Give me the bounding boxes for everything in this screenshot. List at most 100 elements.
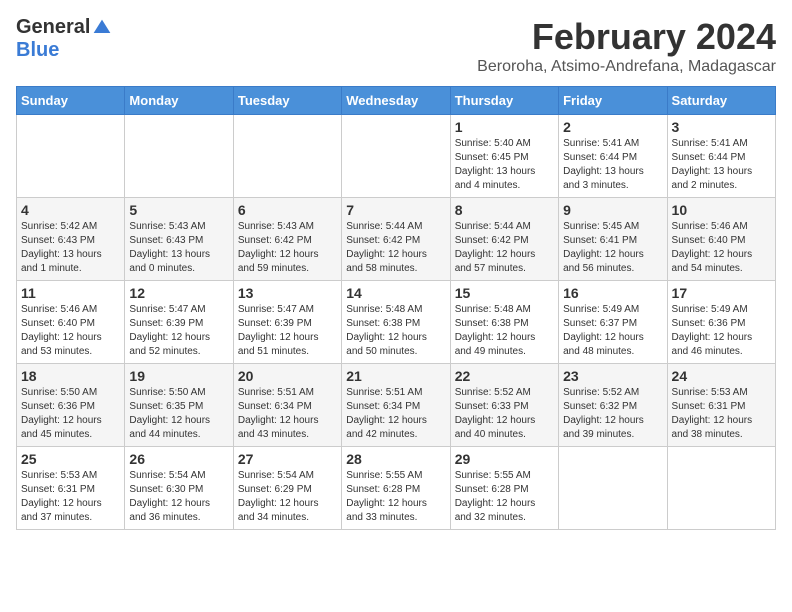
day-number: 18 [21, 368, 120, 384]
calendar-cell: 16Sunrise: 5:49 AM Sunset: 6:37 PM Dayli… [559, 281, 667, 364]
calendar-cell: 23 Sunrise: 5:52 AM Sunset: 6:32 PM Dayli… [559, 364, 667, 447]
day-number: 6 [238, 202, 337, 218]
calendar-cell [125, 115, 233, 198]
logo-general: General [16, 16, 90, 39]
calendar-cell: 8 Sunrise: 5:44 AM Sunset: 6:42 PM Daylig… [450, 198, 558, 281]
day-number: 4 [21, 202, 120, 218]
calendar-cell: 12 Sunrise: 5:47 AM Sunset: 6:39 PM Dayli… [125, 281, 233, 364]
day-number: 24 [672, 368, 771, 384]
calendar: SundayMondayTuesdayWednesdayThursdayFrid… [16, 86, 776, 530]
day-info: Sunrise: 5:48 AM Sunset: 6:38 PM Dayligh… [455, 303, 554, 359]
weekday-header-sunday: Sunday [17, 87, 125, 115]
day-info: Sunrise: 5:47 AM Sunset: 6:39 PM Dayligh… [129, 303, 228, 359]
day-info: Sunrise: 5:51 AM Sunset: 6:34 PM Dayligh… [346, 386, 445, 442]
calendar-cell [342, 115, 450, 198]
calendar-cell: 24 Sunrise: 5:53 AM Sunset: 6:31 PM Dayli… [667, 364, 775, 447]
day-info: Sunrise: 5:53 AM Sunset: 6:31 PM Dayligh… [21, 469, 120, 525]
calendar-body: 1 Sunrise: 5:40 AM Sunset: 6:45 PM Daylig… [17, 115, 776, 530]
day-number: 22 [455, 368, 554, 384]
day-number: 26 [129, 451, 228, 467]
calendar-cell [17, 115, 125, 198]
weekday-header-monday: Monday [125, 87, 233, 115]
day-number: 25 [21, 451, 120, 467]
day-number: 12 [129, 285, 228, 301]
day-number: 10 [672, 202, 771, 218]
day-number: 3 [672, 119, 771, 135]
week-row-1: 1 Sunrise: 5:40 AM Sunset: 6:45 PM Daylig… [17, 115, 776, 198]
calendar-cell: 5 Sunrise: 5:43 AM Sunset: 6:43 PM Daylig… [125, 198, 233, 281]
day-number: 17 [672, 285, 771, 301]
week-row-3: 11 Sunrise: 5:46 AM Sunset: 6:40 PM Dayli… [17, 281, 776, 364]
calendar-cell: 19Sunrise: 5:50 AM Sunset: 6:35 PM Dayli… [125, 364, 233, 447]
calendar-cell: 22Sunrise: 5:52 AM Sunset: 6:33 PM Dayli… [450, 364, 558, 447]
calendar-cell: 10 Sunrise: 5:46 AM Sunset: 6:40 PM Dayli… [667, 198, 775, 281]
day-number: 5 [129, 202, 228, 218]
calendar-cell [559, 447, 667, 530]
week-row-2: 4 Sunrise: 5:42 AM Sunset: 6:43 PM Daylig… [17, 198, 776, 281]
day-info: Sunrise: 5:43 AM Sunset: 6:43 PM Dayligh… [129, 220, 228, 276]
day-info: Sunrise: 5:49 AM Sunset: 6:36 PM Dayligh… [672, 303, 771, 359]
day-number: 28 [346, 451, 445, 467]
day-info: Sunrise: 5:43 AM Sunset: 6:42 PM Dayligh… [238, 220, 337, 276]
day-info: Sunrise: 5:40 AM Sunset: 6:45 PM Dayligh… [455, 137, 554, 193]
calendar-cell: 27 Sunrise: 5:54 AM Sunset: 6:29 PM Dayli… [233, 447, 341, 530]
week-row-4: 18 Sunrise: 5:50 AM Sunset: 6:36 PM Dayli… [17, 364, 776, 447]
day-info: Sunrise: 5:50 AM Sunset: 6:36 PM Dayligh… [21, 386, 120, 442]
day-number: 13 [238, 285, 337, 301]
calendar-cell: 21 Sunrise: 5:51 AM Sunset: 6:34 PM Dayli… [342, 364, 450, 447]
calendar-header: SundayMondayTuesdayWednesdayThursdayFrid… [17, 87, 776, 115]
calendar-cell: 25 Sunrise: 5:53 AM Sunset: 6:31 PM Dayli… [17, 447, 125, 530]
calendar-cell: 11 Sunrise: 5:46 AM Sunset: 6:40 PM Dayli… [17, 281, 125, 364]
day-info: Sunrise: 5:53 AM Sunset: 6:31 PM Dayligh… [672, 386, 771, 442]
calendar-cell: 14Sunrise: 5:48 AM Sunset: 6:38 PM Dayli… [342, 281, 450, 364]
calendar-cell: 3 Sunrise: 5:41 AM Sunset: 6:44 PM Daylig… [667, 115, 775, 198]
day-info: Sunrise: 5:54 AM Sunset: 6:29 PM Dayligh… [238, 469, 337, 525]
calendar-cell [233, 115, 341, 198]
weekday-header-tuesday: Tuesday [233, 87, 341, 115]
calendar-cell: 17 Sunrise: 5:49 AM Sunset: 6:36 PM Dayli… [667, 281, 775, 364]
day-number: 1 [455, 119, 554, 135]
weekday-header-wednesday: Wednesday [342, 87, 450, 115]
calendar-cell: 15 Sunrise: 5:48 AM Sunset: 6:38 PM Dayli… [450, 281, 558, 364]
day-info: Sunrise: 5:44 AM Sunset: 6:42 PM Dayligh… [455, 220, 554, 276]
day-number: 20 [238, 368, 337, 384]
day-info: Sunrise: 5:48 AM Sunset: 6:38 PM Dayligh… [346, 303, 445, 359]
weekday-header-friday: Friday [559, 87, 667, 115]
calendar-cell: 6 Sunrise: 5:43 AM Sunset: 6:42 PM Daylig… [233, 198, 341, 281]
subtitle: Beroroha, Atsimo-Andrefana, Madagascar [477, 58, 776, 76]
day-info: Sunrise: 5:55 AM Sunset: 6:28 PM Dayligh… [346, 469, 445, 525]
main-title: February 2024 [477, 16, 776, 58]
calendar-cell: 18 Sunrise: 5:50 AM Sunset: 6:36 PM Dayli… [17, 364, 125, 447]
day-number: 16 [563, 285, 662, 301]
title-area: February 2024 Beroroha, Atsimo-Andrefana… [477, 16, 776, 76]
calendar-cell: 7Sunrise: 5:44 AM Sunset: 6:42 PM Daylig… [342, 198, 450, 281]
calendar-cell: 4 Sunrise: 5:42 AM Sunset: 6:43 PM Daylig… [17, 198, 125, 281]
day-number: 21 [346, 368, 445, 384]
day-info: Sunrise: 5:46 AM Sunset: 6:40 PM Dayligh… [21, 303, 120, 359]
day-number: 8 [455, 202, 554, 218]
day-number: 11 [21, 285, 120, 301]
header: General Blue February 2024 Beroroha, Ats… [16, 16, 776, 76]
weekday-header-saturday: Saturday [667, 87, 775, 115]
calendar-cell: 1 Sunrise: 5:40 AM Sunset: 6:45 PM Daylig… [450, 115, 558, 198]
day-info: Sunrise: 5:51 AM Sunset: 6:34 PM Dayligh… [238, 386, 337, 442]
logo-icon [92, 18, 112, 38]
day-info: Sunrise: 5:55 AM Sunset: 6:28 PM Dayligh… [455, 469, 554, 525]
day-number: 27 [238, 451, 337, 467]
day-number: 23 [563, 368, 662, 384]
calendar-cell: 20 Sunrise: 5:51 AM Sunset: 6:34 PM Dayli… [233, 364, 341, 447]
logo: General Blue [16, 16, 112, 62]
calendar-cell: 26Sunrise: 5:54 AM Sunset: 6:30 PM Dayli… [125, 447, 233, 530]
day-info: Sunrise: 5:41 AM Sunset: 6:44 PM Dayligh… [672, 137, 771, 193]
day-number: 19 [129, 368, 228, 384]
day-number: 15 [455, 285, 554, 301]
day-info: Sunrise: 5:42 AM Sunset: 6:43 PM Dayligh… [21, 220, 120, 276]
weekday-header-thursday: Thursday [450, 87, 558, 115]
week-row-5: 25 Sunrise: 5:53 AM Sunset: 6:31 PM Dayli… [17, 447, 776, 530]
calendar-cell: 28 Sunrise: 5:55 AM Sunset: 6:28 PM Dayli… [342, 447, 450, 530]
calendar-cell: 9Sunrise: 5:45 AM Sunset: 6:41 PM Daylig… [559, 198, 667, 281]
day-number: 9 [563, 202, 662, 218]
day-info: Sunrise: 5:46 AM Sunset: 6:40 PM Dayligh… [672, 220, 771, 276]
calendar-cell: 13Sunrise: 5:47 AM Sunset: 6:39 PM Dayli… [233, 281, 341, 364]
day-info: Sunrise: 5:52 AM Sunset: 6:32 PM Dayligh… [563, 386, 662, 442]
